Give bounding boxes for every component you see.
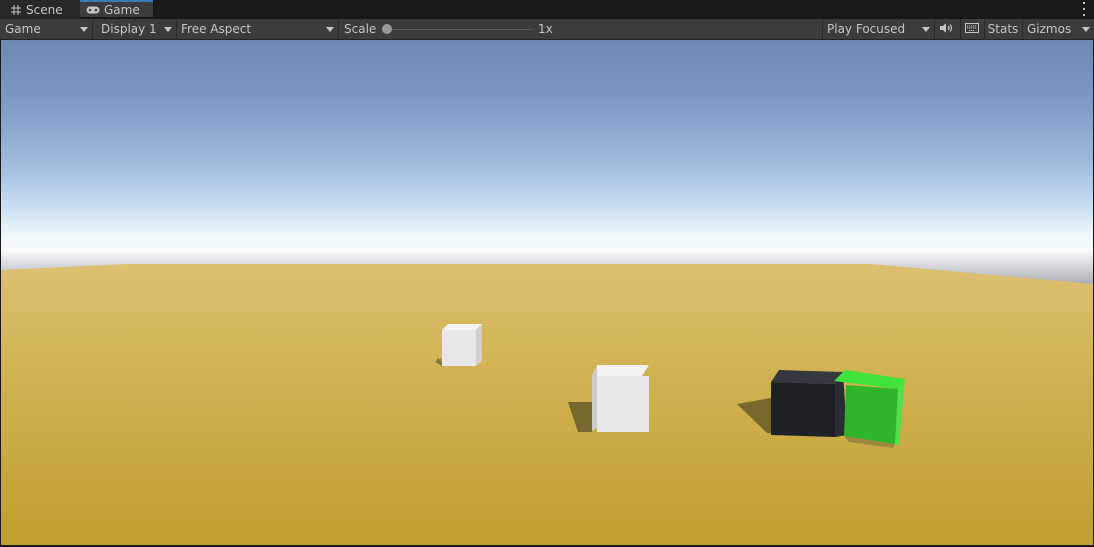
view-dropdown[interactable]: Game	[0, 19, 92, 39]
play-mode-label: Play Focused	[827, 22, 906, 36]
green-cube	[844, 385, 898, 444]
divider	[338, 19, 339, 39]
more-options-icon[interactable]	[1083, 2, 1087, 16]
white-cube	[597, 376, 649, 432]
keyboard-icon	[965, 22, 979, 36]
small-white-cube	[442, 330, 476, 366]
display-dropdown[interactable]: Display 1	[96, 19, 176, 39]
game-toolbar: Game Display 1 Free Aspect Scale 1x Play…	[0, 19, 1094, 40]
chevron-down-icon	[1082, 27, 1090, 32]
tab-scene-label: Scene	[26, 2, 63, 17]
play-mode-dropdown[interactable]: Play Focused	[822, 19, 934, 39]
scene-render	[1, 264, 1093, 545]
gizmos-button[interactable]: Gizmos	[1022, 19, 1074, 39]
ground-plane	[1, 264, 1093, 545]
dark-cube	[771, 382, 835, 437]
scale-label: Scale	[344, 22, 377, 36]
white-cube-top	[592, 365, 649, 376]
aspect-dropdown[interactable]: Free Aspect	[176, 19, 338, 39]
chevron-down-icon	[80, 27, 88, 32]
speaker-icon	[940, 22, 954, 36]
chevron-down-icon	[326, 27, 334, 32]
chevron-down-icon	[164, 27, 172, 32]
tab-game[interactable]: Game	[80, 0, 153, 17]
view-dropdown-label: Game	[5, 22, 41, 36]
aspect-dropdown-label: Free Aspect	[181, 22, 252, 36]
dark-cube-top	[771, 370, 843, 384]
tab-scene[interactable]: Scene	[0, 0, 80, 19]
tab-game-label: Game	[104, 2, 140, 17]
stats-label: Stats	[987, 22, 1019, 36]
scale-slider[interactable]	[386, 29, 532, 30]
gizmos-dropdown[interactable]	[1074, 19, 1094, 39]
small-cube-top	[442, 324, 482, 330]
game-view[interactable]	[1, 40, 1093, 545]
mute-audio-button[interactable]	[934, 19, 960, 39]
gamepad-icon	[86, 4, 100, 16]
scale-slider-handle[interactable]	[382, 24, 392, 34]
chevron-down-icon	[922, 27, 930, 32]
stats-button[interactable]: Stats	[984, 19, 1022, 39]
small-cube-side	[476, 324, 482, 366]
shortcuts-button[interactable]	[960, 19, 984, 39]
gizmos-label: Gizmos	[1027, 22, 1072, 36]
white-cube-side	[592, 365, 597, 431]
scale-value: 1x	[538, 22, 553, 36]
tab-bar: Scene Game	[0, 0, 1094, 19]
divider	[92, 19, 93, 39]
display-dropdown-label: Display 1	[101, 22, 157, 36]
grid-icon	[10, 4, 22, 16]
